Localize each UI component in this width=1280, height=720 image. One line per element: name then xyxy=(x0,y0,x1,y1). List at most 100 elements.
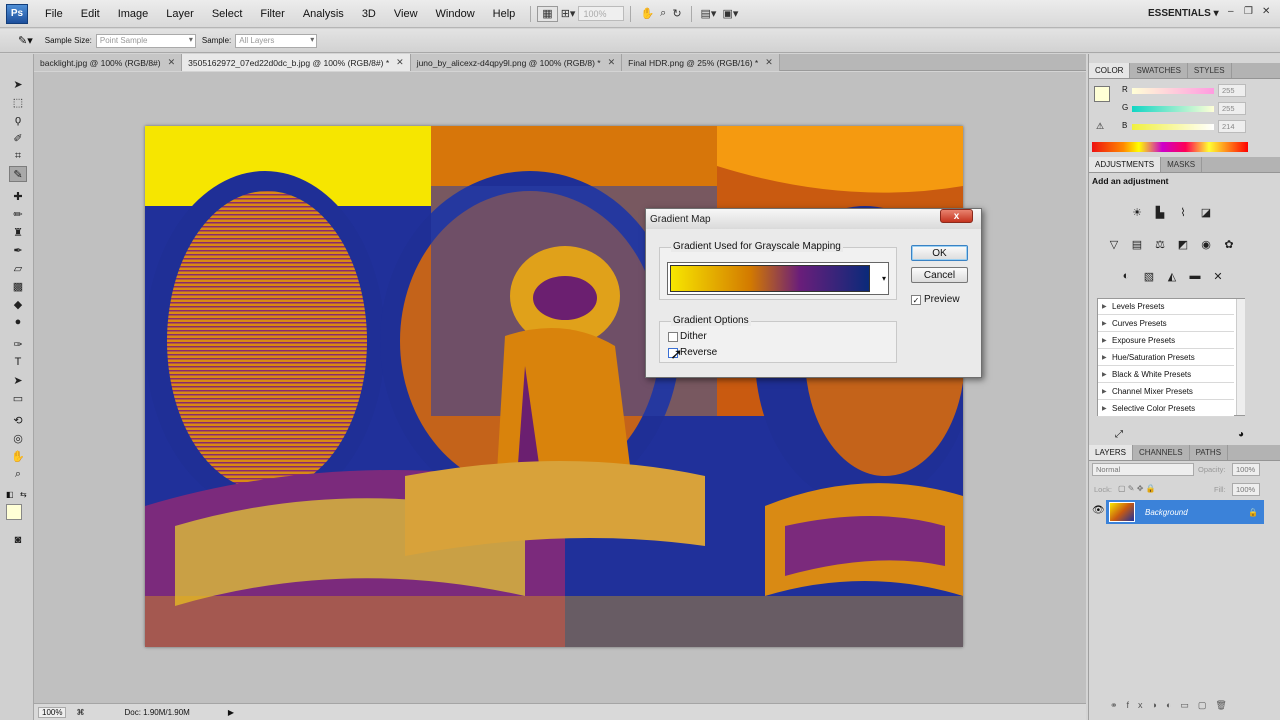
menu-edit[interactable]: Edit xyxy=(72,8,109,20)
path-selection-tool-icon[interactable]: ➤ xyxy=(9,372,27,388)
marquee-tool-icon[interactable]: ⬚ xyxy=(9,94,27,110)
r-value-field[interactable]: 255 xyxy=(1218,84,1246,97)
tab-styles[interactable]: STYLES xyxy=(1188,63,1232,78)
preset-black-white[interactable]: Black & White Presets xyxy=(1098,367,1234,383)
preset-levels[interactable]: Levels Presets xyxy=(1098,299,1234,315)
threshold-icon[interactable]: ◭ xyxy=(1165,269,1179,283)
crop-tool-icon[interactable]: ⌗ xyxy=(9,148,27,164)
gradient-map-icon[interactable]: ▬ xyxy=(1188,269,1202,283)
opacity-field[interactable]: 100% xyxy=(1232,463,1260,476)
cancel-button[interactable]: Cancel xyxy=(911,267,968,283)
tab-adjustments[interactable]: ADJUSTMENTS xyxy=(1089,157,1162,172)
status-menu-arrow-icon[interactable]: ▶ xyxy=(228,708,234,717)
brightness-contrast-icon[interactable]: ☀ xyxy=(1130,205,1144,219)
color-balance-icon[interactable]: ⚖ xyxy=(1153,237,1167,251)
b-slider[interactable] xyxy=(1132,124,1214,130)
r-slider[interactable] xyxy=(1132,88,1214,94)
preset-channel-mixer[interactable]: Channel Mixer Presets xyxy=(1098,384,1234,400)
return-to-list-icon[interactable]: ⤢ xyxy=(1115,429,1123,440)
arrange-documents-icon[interactable]: ▤▾ xyxy=(698,5,720,23)
color-panel-foreground-swatch[interactable] xyxy=(1094,86,1110,102)
dodge-tool-icon[interactable]: ● xyxy=(9,314,27,330)
clip-to-layer-icon[interactable]: ◕ xyxy=(1238,429,1244,440)
invert-icon[interactable]: ◐ xyxy=(1119,269,1133,283)
rotate-view-icon[interactable]: ↻ xyxy=(669,5,684,23)
close-icon[interactable]: ✕ xyxy=(765,57,773,68)
preset-selective-color[interactable]: Selective Color Presets xyxy=(1098,401,1234,417)
g-slider[interactable] xyxy=(1132,106,1214,112)
menu-image[interactable]: Image xyxy=(109,8,158,20)
preset-curves[interactable]: Curves Presets xyxy=(1098,316,1234,332)
tab-document[interactable]: juno_by_alicexz-d4qpy9l.png @ 100% (RGB/… xyxy=(410,54,623,71)
tab-swatches[interactable]: SWATCHES xyxy=(1130,63,1188,78)
bridge-icon[interactable]: ▦ xyxy=(537,5,558,22)
gamut-warning-icon[interactable]: ⚠ xyxy=(1096,121,1104,132)
close-icon[interactable]: ✕ xyxy=(608,57,616,68)
presets-scrollbar[interactable] xyxy=(1236,299,1245,415)
selective-color-icon[interactable]: ✕ xyxy=(1211,269,1225,283)
blur-tool-icon[interactable]: ◆ xyxy=(9,296,27,312)
zoom-level-select[interactable]: 100% xyxy=(578,6,625,21)
hue-saturation-icon[interactable]: ▤ xyxy=(1130,237,1144,251)
lock-icons[interactable]: ▢ ✎ ✥ 🔒 xyxy=(1118,484,1156,493)
default-colors-icon[interactable]: ◧ xyxy=(6,490,14,499)
gradient-dropdown-icon[interactable]: ▾ xyxy=(879,267,889,289)
swap-colors-icon[interactable]: ⇆ xyxy=(20,490,27,499)
tab-channels[interactable]: CHANNELS xyxy=(1133,445,1190,460)
menu-layer[interactable]: Layer xyxy=(157,8,203,20)
tab-document[interactable]: Final HDR.png @ 25% (RGB/16) * ✕ xyxy=(622,54,780,71)
layer-row-background[interactable]: Background 🔒 xyxy=(1106,500,1264,524)
3d-rotate-tool-icon[interactable]: ⟲ xyxy=(9,412,27,428)
dither-checkbox[interactable] xyxy=(668,332,678,342)
zoom-tool-icon[interactable]: ⌕ xyxy=(9,466,27,482)
layer-visibility-eye-icon[interactable]: 👁 xyxy=(1092,505,1105,516)
hand-tool-icon[interactable]: ✋ xyxy=(9,448,27,464)
menu-3d[interactable]: 3D xyxy=(353,8,385,20)
brush-tool-icon[interactable]: ✏ xyxy=(9,206,27,222)
healing-brush-tool-icon[interactable]: ✚ xyxy=(9,188,27,204)
gradient-swatch[interactable] xyxy=(670,265,870,292)
photo-filter-icon[interactable]: ◉ xyxy=(1199,237,1213,251)
foreground-color-swatch[interactable] xyxy=(6,504,22,520)
menu-filter[interactable]: Filter xyxy=(251,8,293,20)
screen-mode-icon[interactable]: ▣▾ xyxy=(719,5,741,23)
menu-select[interactable]: Select xyxy=(203,8,252,20)
preset-hue-saturation[interactable]: Hue/Saturation Presets xyxy=(1098,350,1234,366)
menu-analysis[interactable]: Analysis xyxy=(294,8,353,20)
levels-icon[interactable]: ▙ xyxy=(1153,205,1167,219)
blend-mode-select[interactable]: Normal xyxy=(1092,463,1194,476)
type-tool-icon[interactable]: T xyxy=(9,354,27,370)
menu-help[interactable]: Help xyxy=(484,8,525,20)
layers-bottom-buttons[interactable]: ⚭fx◑◐▭▢🗑 xyxy=(1110,700,1236,711)
shape-tool-icon[interactable]: ▭ xyxy=(9,390,27,406)
close-icon[interactable]: ✕ xyxy=(396,57,404,68)
b-value-field[interactable]: 214 xyxy=(1218,120,1246,133)
tab-document[interactable]: backlight.jpg @ 100% (RGB/8#) ✕ xyxy=(34,54,183,71)
minimize-icon[interactable]: – xyxy=(1228,6,1234,17)
extras-dropdown-icon[interactable]: ⊞▾ xyxy=(558,5,579,23)
status-info-icon[interactable]: ⌘ xyxy=(76,708,84,717)
quick-selection-tool-icon[interactable]: ✐ xyxy=(9,130,27,146)
tab-color[interactable]: COLOR xyxy=(1089,63,1131,78)
tab-document-active[interactable]: 3505162972_07ed22d0dc_b.jpg @ 100% (RGB/… xyxy=(182,54,411,71)
dialog-close-button[interactable]: x xyxy=(940,209,973,223)
vibrance-icon[interactable]: ▽ xyxy=(1107,237,1121,251)
ok-button[interactable]: OK xyxy=(911,245,968,261)
exposure-icon[interactable]: ◪ xyxy=(1199,205,1213,219)
sample-select[interactable]: All Layers xyxy=(235,33,318,48)
tab-paths[interactable]: PATHS xyxy=(1190,445,1229,460)
channel-mixer-icon[interactable]: ✿ xyxy=(1222,237,1236,251)
menu-view[interactable]: View xyxy=(385,8,427,20)
hand-tool-icon[interactable]: ✋ xyxy=(637,5,657,23)
gradient-tool-icon[interactable]: ▩ xyxy=(9,278,27,294)
g-value-field[interactable]: 255 xyxy=(1218,102,1246,115)
eyedropper-icon[interactable]: ✎▾ xyxy=(18,34,33,47)
close-icon[interactable]: ✕ xyxy=(1262,6,1270,17)
gradient-preview-picker[interactable] xyxy=(667,262,889,295)
eyedropper-tool-icon[interactable]: ✎ xyxy=(9,166,27,182)
restore-icon[interactable]: ❐ xyxy=(1244,6,1253,17)
tab-masks[interactable]: MASKS xyxy=(1161,157,1203,172)
zoom-percentage-field[interactable]: 100% xyxy=(38,706,67,718)
3d-orbit-tool-icon[interactable]: ◎ xyxy=(9,430,27,446)
eraser-tool-icon[interactable]: ▱ xyxy=(9,260,27,276)
